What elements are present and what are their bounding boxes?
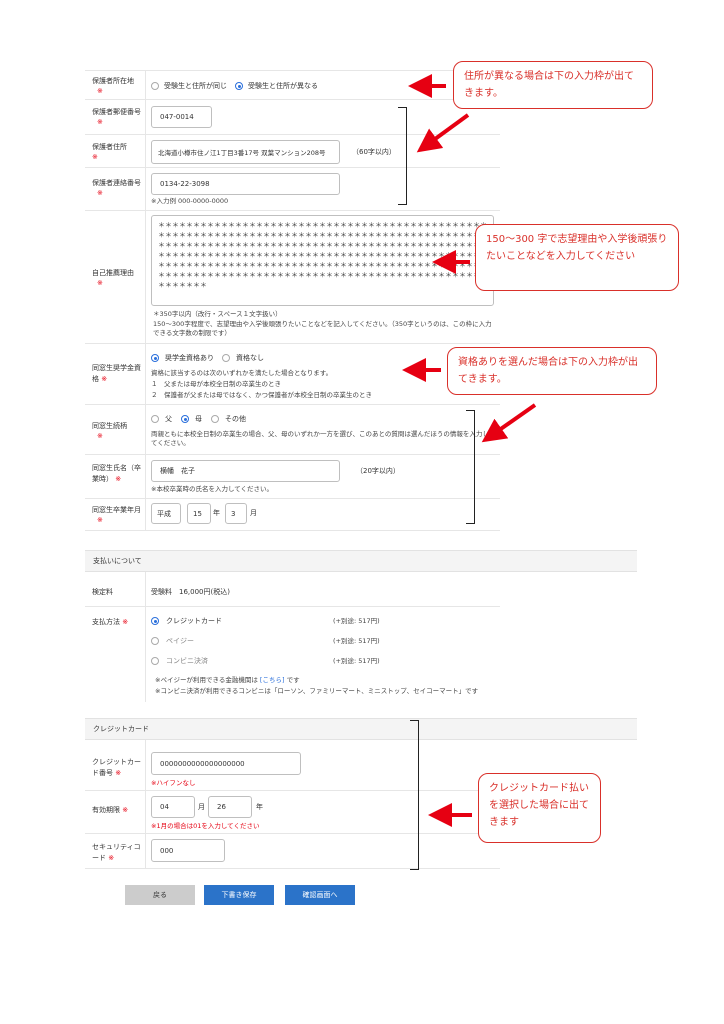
arrow-icon — [481, 403, 537, 443]
arrow-icon — [416, 113, 470, 153]
annotation-arrows — [402, 74, 537, 827]
